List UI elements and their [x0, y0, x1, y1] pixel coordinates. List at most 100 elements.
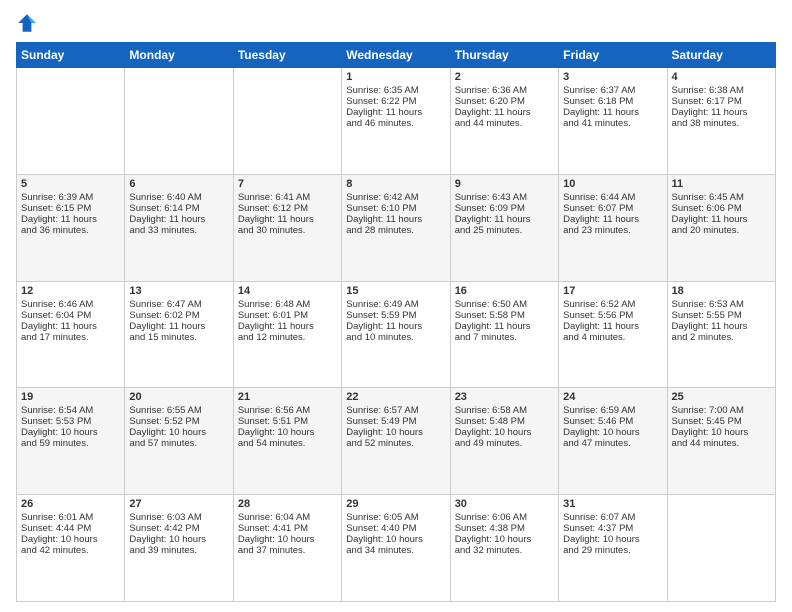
- day-info-line: and 4 minutes.: [563, 332, 662, 343]
- day-info-line: Sunrise: 6:42 AM: [346, 192, 445, 203]
- day-info-line: Sunset: 5:58 PM: [455, 310, 554, 321]
- day-number: 22: [346, 391, 445, 403]
- calendar-week-row: 26Sunrise: 6:01 AMSunset: 4:44 PMDayligh…: [17, 495, 776, 602]
- calendar-day-cell: 30 Sunrise: 6:06 AMSunset: 4:38 PMDayligh…: [450, 495, 558, 602]
- day-info-line: Daylight: 10 hours: [238, 534, 337, 545]
- calendar-day-cell: 6Sunrise: 6:40 AMSunset: 6:14 PMDaylight…: [125, 174, 233, 281]
- day-number: 20: [129, 391, 228, 403]
- day-info-line: Daylight: 11 hours: [672, 214, 771, 225]
- day-info-line: Sunset: 5:53 PM: [21, 416, 120, 427]
- day-info-line: Sunset: 6:15 PM: [21, 203, 120, 214]
- calendar-day-cell: 13Sunrise: 6:47 AMSunset: 6:02 PMDayligh…: [125, 281, 233, 388]
- calendar-empty-cell: [667, 495, 775, 602]
- day-info-line: Sunrise: 6:47 AM: [129, 299, 228, 310]
- day-info-line: Sunrise: 6:53 AM: [672, 299, 771, 310]
- calendar-day-cell: 26Sunrise: 6:01 AMSunset: 4:44 PMDayligh…: [17, 495, 125, 602]
- day-info-line: Daylight: 10 hours: [129, 427, 228, 438]
- day-info-line: Sunrise: 6:06 AM: [455, 512, 554, 523]
- day-info-line: Sunset: 6:20 PM: [455, 96, 554, 107]
- calendar-day-cell: 22Sunrise: 6:57 AMSunset: 5:49 PMDayligh…: [342, 388, 450, 495]
- day-info-line: Daylight: 10 hours: [21, 534, 120, 545]
- calendar-day-cell: 25Sunrise: 7:00 AMSunset: 5:45 PMDayligh…: [667, 388, 775, 495]
- day-info-line: Daylight: 11 hours: [21, 321, 120, 332]
- day-info-line: Sunset: 5:59 PM: [346, 310, 445, 321]
- day-info-line: and 44 minutes.: [672, 438, 771, 449]
- day-info-line: Sunrise: 6:55 AM: [129, 405, 228, 416]
- calendar-day-cell: 14Sunrise: 6:48 AMSunset: 6:01 PMDayligh…: [233, 281, 341, 388]
- calendar-empty-cell: [233, 68, 341, 175]
- day-info-line: and 29 minutes.: [563, 545, 662, 556]
- day-info-line: Sunset: 5:46 PM: [563, 416, 662, 427]
- day-info-line: Sunset: 4:37 PM: [563, 523, 662, 534]
- calendar-week-row: 1Sunrise: 6:35 AMSunset: 6:22 PMDaylight…: [17, 68, 776, 175]
- day-info-line: and 36 minutes.: [21, 225, 120, 236]
- day-number: 3: [563, 71, 662, 83]
- calendar-table: SundayMondayTuesdayWednesdayThursdayFrid…: [16, 42, 776, 602]
- calendar-day-cell: 11Sunrise: 6:45 AMSunset: 6:06 PMDayligh…: [667, 174, 775, 281]
- day-info-line: and 34 minutes.: [346, 545, 445, 556]
- weekday-header: Monday: [125, 43, 233, 68]
- day-info-line: and 44 minutes.: [455, 118, 554, 129]
- day-info-line: and 57 minutes.: [129, 438, 228, 449]
- day-info-line: and 33 minutes.: [129, 225, 228, 236]
- day-info-line: Sunset: 5:48 PM: [455, 416, 554, 427]
- day-info-line: Daylight: 10 hours: [346, 534, 445, 545]
- day-info-line: Daylight: 11 hours: [238, 321, 337, 332]
- day-number: 4: [672, 71, 771, 83]
- day-info-line: Daylight: 11 hours: [346, 107, 445, 118]
- day-info-line: Sunrise: 6:56 AM: [238, 405, 337, 416]
- day-info-line: Sunrise: 6:01 AM: [21, 512, 120, 523]
- calendar-day-cell: 4Sunrise: 6:38 AMSunset: 6:17 PMDaylight…: [667, 68, 775, 175]
- calendar-week-row: 12Sunrise: 6:46 AMSunset: 6:04 PMDayligh…: [17, 281, 776, 388]
- calendar-day-cell: 1Sunrise: 6:35 AMSunset: 6:22 PMDaylight…: [342, 68, 450, 175]
- day-info-line: Sunrise: 6:59 AM: [563, 405, 662, 416]
- day-info-line: Sunset: 5:51 PM: [238, 416, 337, 427]
- day-number: 17: [563, 285, 662, 297]
- calendar-header-row: SundayMondayTuesdayWednesdayThursdayFrid…: [17, 43, 776, 68]
- day-number: 18: [672, 285, 771, 297]
- day-info-line: Daylight: 10 hours: [455, 534, 554, 545]
- day-number: 12: [21, 285, 120, 297]
- day-info-line: and 39 minutes.: [129, 545, 228, 556]
- day-info-line: Daylight: 11 hours: [346, 321, 445, 332]
- day-info-line: Sunset: 6:06 PM: [672, 203, 771, 214]
- day-info-line: Sunset: 6:09 PM: [455, 203, 554, 214]
- day-info-line: Sunset: 6:04 PM: [21, 310, 120, 321]
- calendar-day-cell: 24Sunrise: 6:59 AMSunset: 5:46 PMDayligh…: [559, 388, 667, 495]
- day-info-line: Sunset: 5:55 PM: [672, 310, 771, 321]
- day-info-line: Sunrise: 6:40 AM: [129, 192, 228, 203]
- day-number: 28: [238, 498, 337, 510]
- day-info-line: Sunset: 5:52 PM: [129, 416, 228, 427]
- day-number: 14: [238, 285, 337, 297]
- day-info-line: Daylight: 11 hours: [346, 214, 445, 225]
- day-info-line: Sunrise: 6:58 AM: [455, 405, 554, 416]
- calendar-day-cell: 15Sunrise: 6:49 AMSunset: 5:59 PMDayligh…: [342, 281, 450, 388]
- day-number: 13: [129, 285, 228, 297]
- day-number: 26: [21, 498, 120, 510]
- day-info-line: Daylight: 11 hours: [563, 321, 662, 332]
- calendar-day-cell: 18Sunrise: 6:53 AMSunset: 5:55 PMDayligh…: [667, 281, 775, 388]
- day-number: 30: [455, 498, 554, 510]
- day-number: 23: [455, 391, 554, 403]
- weekday-header: Friday: [559, 43, 667, 68]
- calendar-day-cell: 28Sunrise: 6:04 AMSunset: 4:41 PMDayligh…: [233, 495, 341, 602]
- day-info-line: Sunrise: 6:39 AM: [21, 192, 120, 203]
- day-info-line: Sunrise: 6:48 AM: [238, 299, 337, 310]
- day-info-line: Daylight: 10 hours: [455, 427, 554, 438]
- day-info-line: Sunset: 6:12 PM: [238, 203, 337, 214]
- day-number: 7: [238, 178, 337, 190]
- weekday-header: Saturday: [667, 43, 775, 68]
- day-info-line: Sunset: 6:02 PM: [129, 310, 228, 321]
- day-number: 25: [672, 391, 771, 403]
- day-info-line: Daylight: 10 hours: [238, 427, 337, 438]
- day-info-line: and 2 minutes.: [672, 332, 771, 343]
- day-info-line: Sunset: 4:38 PM: [455, 523, 554, 534]
- day-number: 27: [129, 498, 228, 510]
- day-info-line: Sunrise: 6:05 AM: [346, 512, 445, 523]
- day-info-line: Sunset: 6:14 PM: [129, 203, 228, 214]
- day-info-line: Sunrise: 6:45 AM: [672, 192, 771, 203]
- day-info-line: Sunrise: 6:35 AM: [346, 85, 445, 96]
- day-info-line: and 42 minutes.: [21, 545, 120, 556]
- weekday-header: Tuesday: [233, 43, 341, 68]
- logo-icon: [16, 12, 38, 34]
